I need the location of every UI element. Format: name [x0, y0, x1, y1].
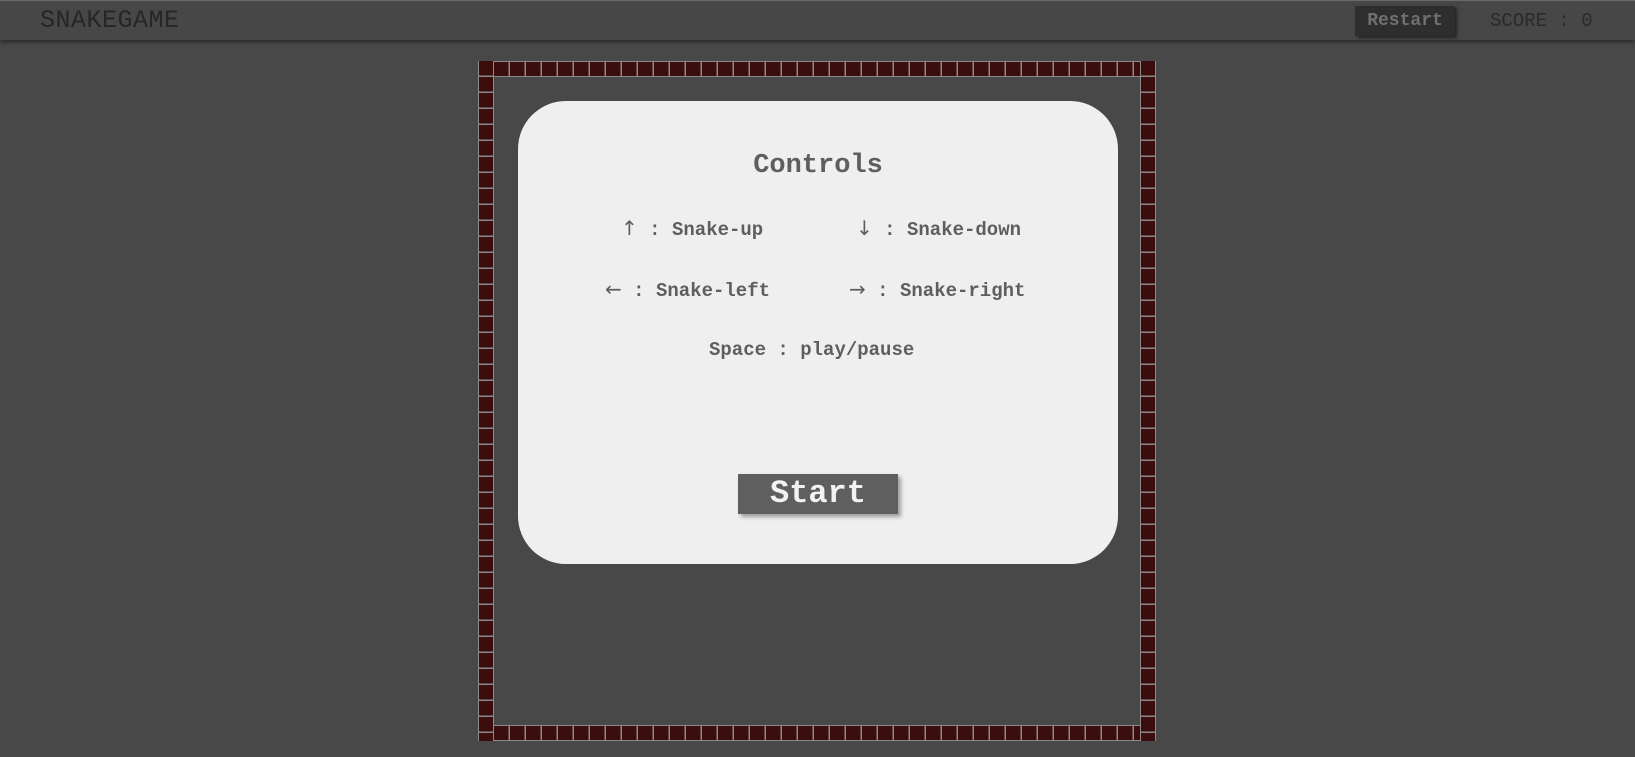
control-action: Snake-left	[655, 280, 771, 302]
start-button[interactable]: Start	[738, 474, 898, 514]
app-title: SNAKEGAME	[40, 6, 180, 35]
control-action: Snake-right	[899, 280, 1026, 302]
score-separator: :	[1558, 10, 1570, 32]
control-separator: :	[777, 339, 789, 361]
controls-dialog: Controls ↑ : Snake-up ↓ : Snake-down ← :…	[518, 101, 1118, 564]
control-action: Snake-up	[671, 219, 764, 241]
wall-left	[478, 61, 494, 741]
arrow-up-icon: ↑	[621, 216, 638, 240]
control-separator: :	[649, 219, 661, 241]
restart-button[interactable]: Restart	[1355, 6, 1455, 36]
control-action: Snake-down	[906, 219, 1022, 241]
control-down: ↓ : Snake-down	[856, 216, 1021, 242]
wall-right	[1140, 61, 1156, 741]
arrow-down-icon: ↓	[856, 216, 873, 240]
control-separator: :	[633, 280, 645, 302]
control-up: ↑ : Snake-up	[621, 216, 763, 242]
control-right: → : Snake-right	[849, 277, 1025, 303]
control-left: ← : Snake-left	[605, 277, 770, 303]
control-separator: :	[877, 280, 889, 302]
score-label: SCORE	[1490, 10, 1548, 32]
arrow-left-icon: ←	[605, 277, 622, 301]
arrow-right-icon: →	[849, 277, 866, 301]
wall-top	[478, 61, 1156, 77]
score-value: 0	[1581, 10, 1593, 32]
space-key-label: Space	[709, 339, 767, 361]
wall-bottom	[478, 725, 1156, 741]
control-separator: :	[884, 219, 896, 241]
score-display: SCORE : 0	[1490, 9, 1593, 33]
dialog-title: Controls	[753, 151, 883, 181]
top-bar: SNAKEGAME Restart SCORE : 0	[0, 0, 1635, 40]
control-space: Space : play/pause	[709, 338, 914, 362]
control-action: play/pause	[800, 339, 915, 361]
